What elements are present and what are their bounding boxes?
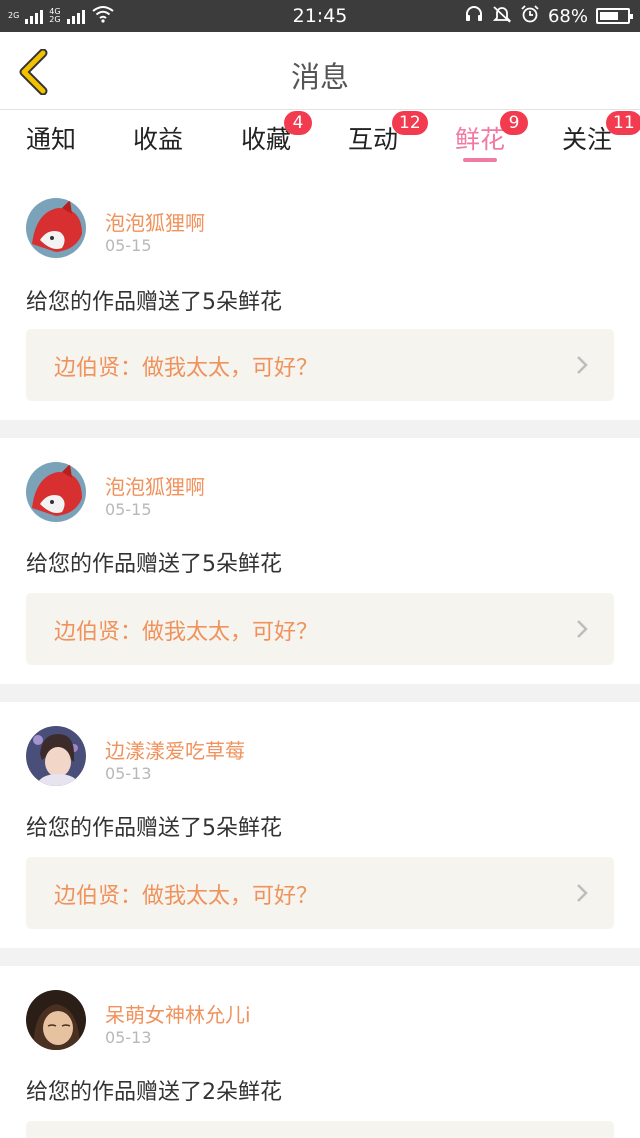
avatar[interactable] <box>26 462 86 522</box>
battery-percent: 68% <box>547 5 588 27</box>
work-link[interactable]: 边伯贤：做我太太，可好？ <box>26 329 614 401</box>
work-title: 边伯贤：做我太太，可好？ <box>54 884 319 909</box>
headset-icon <box>464 5 484 28</box>
fox-avatar-icon <box>26 198 86 258</box>
tab-label: 收藏 <box>241 125 292 154</box>
date: 05-15 <box>105 236 152 255</box>
tab-label: 通知 <box>26 125 77 154</box>
message-text: 给您的作品赠送了2朵鲜花 <box>26 1080 282 1105</box>
status-right: 68% <box>464 4 633 28</box>
avatar[interactable] <box>26 990 86 1050</box>
message-text: 给您的作品赠送了5朵鲜花 <box>26 816 282 841</box>
tab-follows[interactable]: 关注 11 <box>562 111 640 156</box>
fox-avatar-icon <box>26 462 86 522</box>
tab-favorites[interactable]: 收藏 4 <box>241 111 312 156</box>
alarm-icon <box>520 4 540 28</box>
page-title: 消息 <box>290 60 349 94</box>
tab-flowers[interactable]: 鲜花 9 <box>455 111 528 156</box>
username[interactable]: 泡泡狐狸啊 <box>105 471 205 500</box>
username[interactable]: 呆萌女神林允儿i <box>105 999 251 1028</box>
mute-icon <box>492 5 512 28</box>
badge-interactions: 12 <box>392 111 428 135</box>
tab-interactions[interactable]: 互动 12 <box>348 111 428 156</box>
work-title: 边伯贤：做我太太，可好？ <box>54 356 319 381</box>
person-avatar-icon <box>26 726 86 786</box>
list-item[interactable]: 呆萌女神林允儿i 05-13 给您的作品赠送了2朵鲜花 <box>0 966 640 1138</box>
date: 05-13 <box>105 764 152 783</box>
message-text: 给您的作品赠送了5朵鲜花 <box>26 290 282 315</box>
tab-earnings[interactable]: 收益 <box>133 120 183 156</box>
badge-favorites: 4 <box>284 111 312 135</box>
tab-label: 收益 <box>133 125 184 154</box>
chevron-right-icon <box>577 620 588 638</box>
username[interactable]: 边漾漾爱吃草莓 <box>105 735 245 764</box>
status-bar: 2G 4G 2G 21:45 68% <box>0 0 640 32</box>
avatar[interactable] <box>26 726 86 786</box>
list-item[interactable]: 边漾漾爱吃草莓 05-13 给您的作品赠送了5朵鲜花 边伯贤：做我太太，可好？ <box>0 702 640 948</box>
chevron-right-icon <box>577 884 588 902</box>
badge-flowers: 9 <box>500 111 528 135</box>
tab-notifications[interactable]: 通知 <box>26 120 76 156</box>
tab-bar: 通知 收益 收藏 4 互动 12 鲜花 9 关注 11 <box>0 110 640 178</box>
work-link[interactable]: 边伯贤：做我太太，可好？ <box>26 593 614 665</box>
active-tab-indicator <box>463 158 497 162</box>
list-item[interactable]: 泡泡狐狸啊 05-15 给您的作品赠送了5朵鲜花 边伯贤：做我太太，可好？ <box>0 178 640 420</box>
person-avatar-icon <box>26 990 86 1050</box>
work-title: 边伯贤：做我太太，可好？ <box>54 620 319 645</box>
username[interactable]: 泡泡狐狸啊 <box>105 207 205 236</box>
battery-icon <box>596 8 633 24</box>
tab-label: 鲜花 <box>455 125 506 154</box>
date: 05-15 <box>105 500 152 519</box>
work-link[interactable] <box>26 1121 614 1138</box>
badge-follows: 11 <box>606 111 640 135</box>
tab-label: 互动 <box>348 125 399 154</box>
avatar[interactable] <box>26 198 86 258</box>
list-item[interactable]: 泡泡狐狸啊 05-15 给您的作品赠送了5朵鲜花 边伯贤：做我太太，可好？ <box>0 438 640 684</box>
header-bar: 消息 <box>0 32 640 110</box>
tab-label: 关注 <box>562 125 613 154</box>
message-text: 给您的作品赠送了5朵鲜花 <box>26 552 282 577</box>
date: 05-13 <box>105 1028 152 1047</box>
chevron-right-icon <box>577 356 588 374</box>
work-link[interactable]: 边伯贤：做我太太，可好？ <box>26 857 614 929</box>
